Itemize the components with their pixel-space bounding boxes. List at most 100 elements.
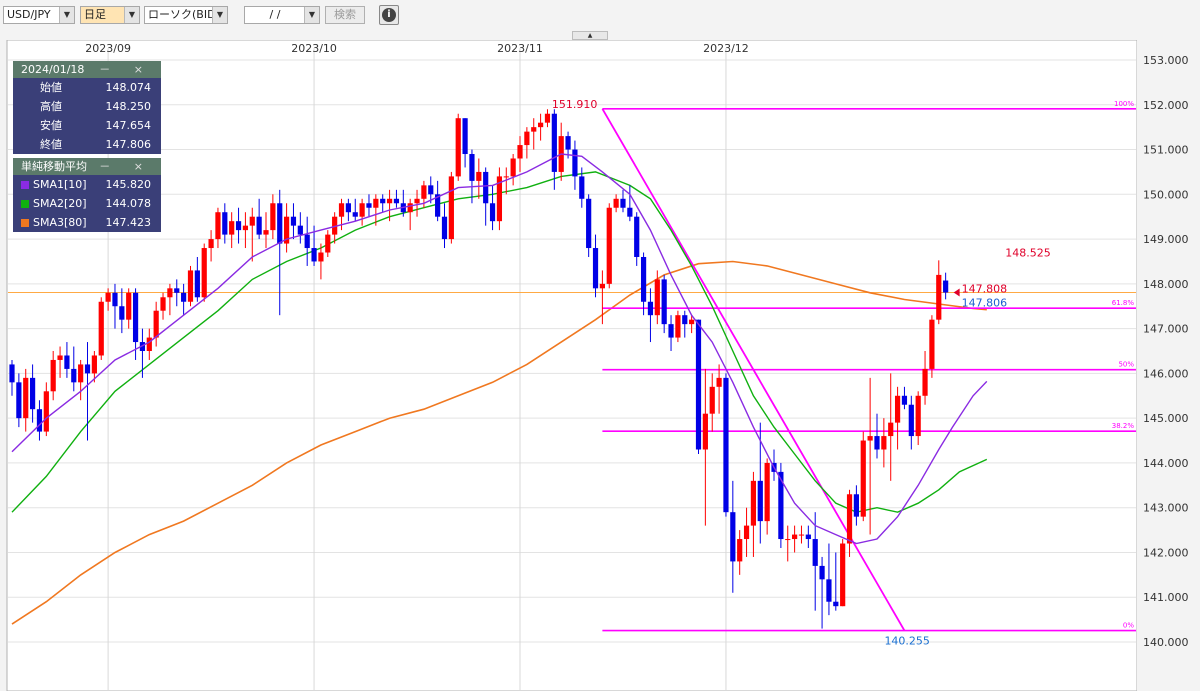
candle-body (132, 292, 139, 343)
ohlc-value: 148.074 (105, 81, 152, 94)
candle-body (483, 171, 489, 204)
fib-level-label: 61.8% (1112, 299, 1135, 307)
sma-panel: 単純移動平均 － × SMA1[10] 145.820 SMA2[20] 144.0… (13, 158, 161, 232)
candle-body (153, 310, 159, 338)
y-tick-label: 140.000 (1143, 636, 1189, 649)
candle-body (181, 292, 187, 302)
candle-body (627, 207, 633, 217)
chart-type-select[interactable]: ローソク(BID) ▼ (144, 6, 228, 24)
candle-body (579, 176, 585, 199)
y-tick-label: 151.000 (1143, 144, 1189, 157)
candle-body (675, 315, 681, 338)
collapse-toggle[interactable]: ▲ (572, 31, 608, 40)
candle-body (826, 579, 832, 602)
candle-body (716, 377, 722, 387)
candle-body (297, 225, 303, 235)
candle-body (750, 480, 757, 526)
candle-body (544, 113, 551, 123)
candle-body (201, 248, 207, 298)
candle-body (98, 301, 104, 356)
candle-body (572, 149, 578, 177)
sma-value: 145.820 (105, 178, 152, 191)
candle-body (386, 198, 393, 204)
candle-body (441, 216, 448, 240)
y-tick-label: 146.000 (1143, 367, 1189, 380)
candle-body (860, 440, 866, 517)
chevron-down-icon: ▼ (304, 7, 319, 23)
candle-body (819, 565, 825, 580)
fib-level-label: 38.2% (1112, 422, 1135, 430)
ohlc-panel-header: 2024/01/18 － × (13, 61, 161, 78)
candle-body (757, 480, 763, 522)
candle-body (743, 525, 750, 540)
ohlc-row-low: 安値 147.654 (13, 116, 161, 135)
candle-body (194, 270, 200, 298)
candle-body (785, 539, 791, 541)
x-tick-label: 2023/10 (291, 42, 337, 55)
candle-body (311, 248, 317, 262)
search-button[interactable]: 検索 (325, 6, 365, 24)
triangle-up-icon: ▲ (587, 32, 593, 39)
candle-body (325, 234, 331, 253)
date-input[interactable]: / / ▼ (244, 6, 320, 24)
ohlc-label: 高値 (40, 100, 62, 113)
panel-controls[interactable]: － × (99, 158, 153, 175)
candle-body (256, 216, 262, 235)
timeframe-select[interactable]: 日足 ▼ (80, 6, 140, 24)
candle-body (359, 203, 365, 217)
candle-body (846, 494, 853, 544)
ohlc-label: 始値 (40, 81, 62, 94)
candle-body (43, 391, 49, 432)
candle-body (915, 395, 921, 437)
date-input-value: / / (269, 8, 281, 21)
candle-body (723, 377, 729, 513)
candle-body (64, 355, 70, 369)
candle-body (373, 198, 379, 208)
fib-level-label: 0% (1123, 622, 1134, 630)
candle-body (689, 319, 695, 325)
candle-body (702, 413, 708, 450)
y-tick-label: 141.000 (1143, 591, 1189, 604)
candle-body (867, 436, 873, 441)
candle-body (565, 136, 571, 150)
candle-body (888, 422, 894, 437)
candle-body (805, 534, 811, 540)
candle-body (489, 203, 496, 222)
sma-panel-title: 単純移動平均 (21, 160, 87, 173)
candle-body (146, 337, 152, 352)
candle-body (840, 543, 846, 607)
candle-body (126, 292, 132, 320)
ohlc-value: 147.806 (105, 138, 152, 151)
info-button[interactable]: i (379, 5, 399, 25)
panel-controls[interactable]: － × (99, 61, 153, 78)
candle-body (586, 198, 592, 249)
candle-body (29, 377, 36, 410)
candle-body (50, 359, 56, 392)
candle-body (592, 248, 599, 289)
candle-body (881, 436, 887, 450)
candle-body (119, 306, 125, 320)
y-tick-label: 148.000 (1143, 278, 1189, 291)
x-tick-label: 2023/12 (703, 42, 749, 55)
ohlc-row-high: 高値 148.250 (13, 97, 161, 116)
currency-pair-select[interactable]: USD/JPY ▼ (3, 6, 75, 24)
candle-body (901, 395, 908, 405)
y-tick-label: 152.000 (1143, 99, 1189, 112)
candle-body (606, 207, 612, 284)
ohlc-row-open: 始値 148.074 (13, 78, 161, 97)
chevron-down-icon: ▼ (59, 7, 74, 23)
candle-body (393, 198, 400, 204)
y-tick-label: 142.000 (1143, 546, 1189, 559)
candle-body (517, 145, 523, 159)
candle-body (84, 364, 91, 374)
candle-body (654, 279, 660, 316)
candle-body (510, 158, 516, 177)
candle-body (462, 118, 468, 155)
candle-body (352, 212, 358, 217)
candle-body (304, 234, 310, 249)
ohlc-date: 2024/01/18 (21, 63, 85, 76)
fib-level-label: 50% (1118, 361, 1134, 369)
sma1-swatch (21, 181, 29, 189)
candle-body (908, 404, 914, 437)
ohlc-value: 147.654 (105, 119, 152, 132)
